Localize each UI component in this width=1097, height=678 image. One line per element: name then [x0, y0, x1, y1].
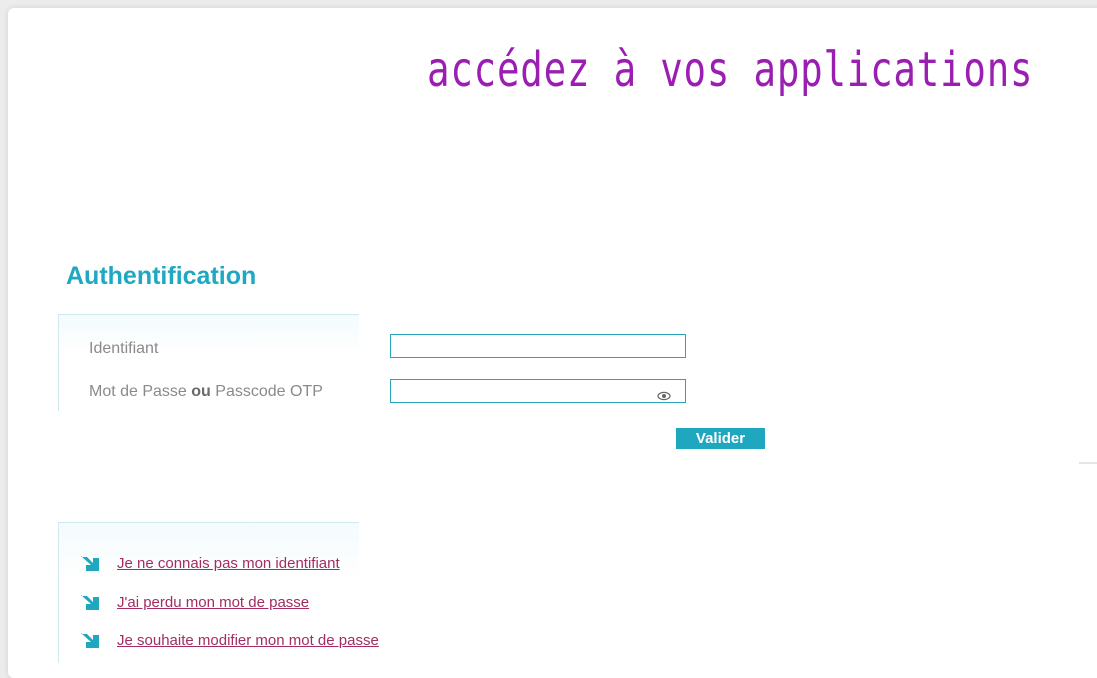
identifier-input[interactable]	[390, 334, 686, 358]
password-label-text-2: Passcode OTP	[210, 383, 323, 400]
help-link-lost-password[interactable]: J'ai perdu mon mot de passe	[80, 591, 309, 613]
arrow-down-right-icon	[80, 593, 100, 611]
auth-section-title: Authentification	[66, 262, 257, 290]
eye-icon[interactable]	[657, 388, 671, 401]
help-link-label[interactable]: J'ai perdu mon mot de passe	[117, 594, 309, 611]
help-link-change-password[interactable]: Je souhaite modifier mon mot de passe	[80, 629, 379, 651]
arrow-down-right-icon	[80, 631, 100, 649]
password-label-text-1: Mot de Passe	[89, 383, 192, 400]
submit-button[interactable]: Valider	[676, 428, 765, 449]
password-input[interactable]	[390, 379, 686, 403]
password-label: Mot de Passe ou Passcode OTP	[89, 383, 323, 401]
help-link-label[interactable]: Je ne connais pas mon identifiant	[117, 555, 340, 572]
password-label-or: ou	[191, 383, 211, 400]
page-banner-title: accédez à vos applications	[426, 42, 1033, 98]
help-link-label[interactable]: Je souhaite modifier mon mot de passe	[117, 632, 379, 649]
divider	[1079, 462, 1097, 464]
arrow-down-right-icon	[80, 554, 100, 572]
identifier-label: Identifiant	[89, 340, 159, 357]
help-link-forgot-identifier[interactable]: Je ne connais pas mon identifiant	[80, 552, 340, 574]
